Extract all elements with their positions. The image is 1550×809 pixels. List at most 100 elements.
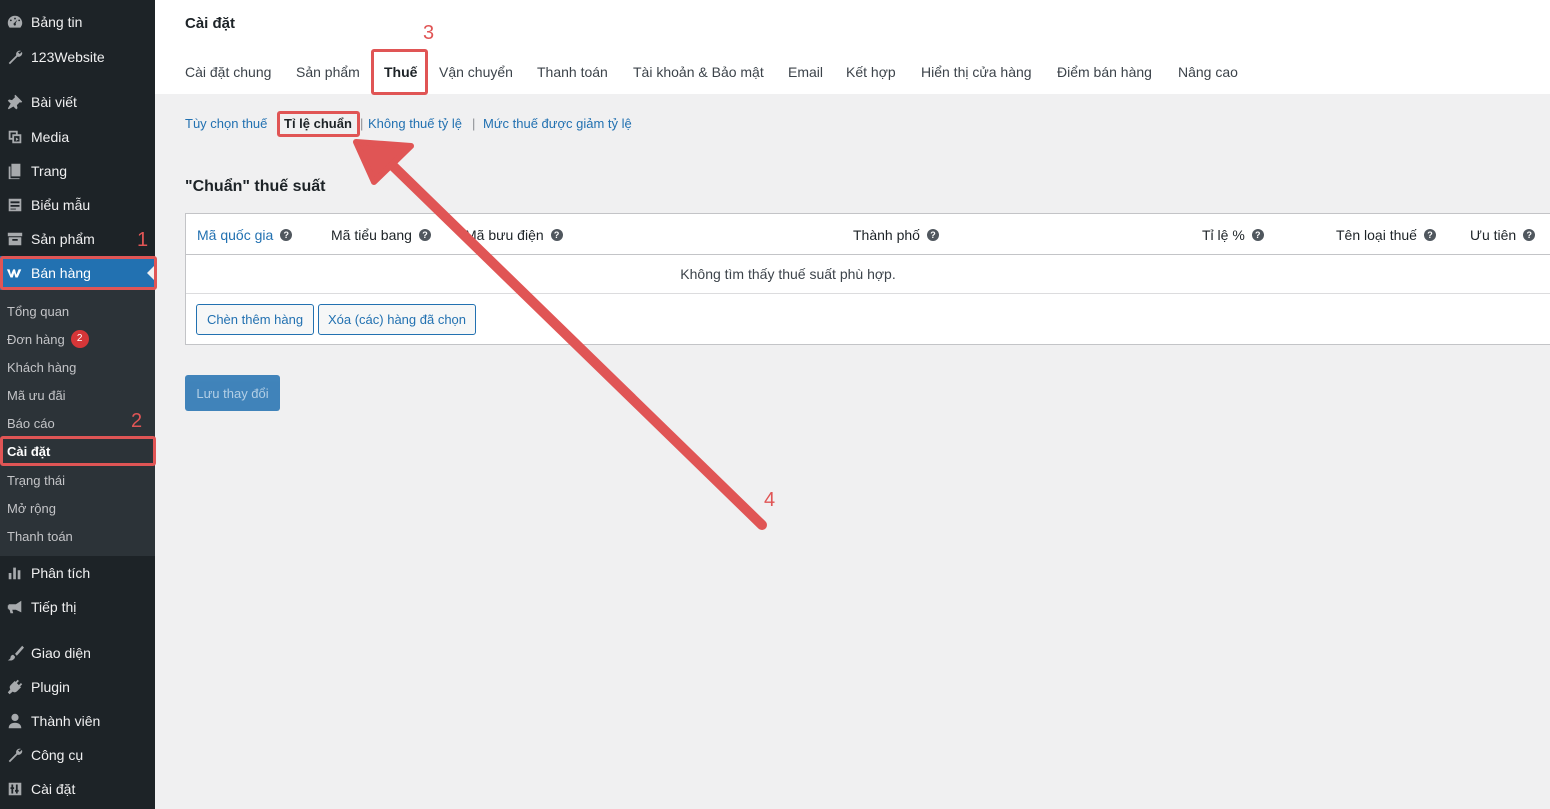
help-icon[interactable]: ? bbox=[280, 229, 293, 241]
help-icon[interactable]: ? bbox=[418, 229, 431, 241]
page-title: Cài đặt bbox=[185, 15, 236, 32]
menu-item-123website[interactable]: 123Website bbox=[0, 40, 155, 74]
help-icon[interactable]: ? bbox=[550, 229, 563, 241]
form-icon bbox=[4, 195, 26, 215]
page-icon bbox=[4, 161, 26, 181]
menu-item-tools[interactable]: Công cụ bbox=[0, 738, 155, 772]
settings-icon bbox=[4, 779, 26, 799]
submenu-item-orders[interactable]: Đơn hàng 2 bbox=[7, 328, 89, 350]
annotation-number: 1 bbox=[137, 229, 149, 251]
user-icon bbox=[4, 711, 26, 731]
menu-item-dashboard[interactable]: Bảng tin bbox=[0, 5, 155, 39]
column-label: Tỉ lệ % bbox=[1202, 227, 1245, 243]
remove-selected-rows-button[interactable]: Xóa (các) hàng đã chọn bbox=[318, 304, 476, 335]
submenu-item-extensions[interactable]: Mở rộng bbox=[7, 497, 56, 519]
column-state-code: Mã tiểu bang? bbox=[331, 227, 431, 243]
menu-label: Plugin bbox=[31, 679, 70, 695]
column-label: Tên loại thuế bbox=[1336, 227, 1417, 243]
submenu-item-customers[interactable]: Khách hàng bbox=[7, 356, 76, 378]
column-label: Mã quốc gia bbox=[197, 227, 274, 243]
annotation-number: 4 bbox=[764, 489, 776, 511]
arrow-head bbox=[353, 139, 414, 185]
menu-item-products[interactable]: Sản phẩm bbox=[0, 222, 155, 256]
annotation-number: 3 bbox=[423, 22, 435, 44]
media-icon bbox=[4, 127, 26, 147]
tab-site-visibility[interactable]: Hiển thị cửa hàng bbox=[921, 64, 1032, 80]
column-label: Mã tiểu bang bbox=[331, 227, 412, 243]
submenu-label: Báo cáo bbox=[7, 415, 55, 431]
column-city: Thành phố? bbox=[853, 227, 939, 243]
tab-point-of-sale[interactable]: Điểm bán hàng bbox=[1057, 64, 1152, 80]
tab-payments[interactable]: Thanh toán bbox=[537, 64, 608, 80]
archive-icon bbox=[4, 229, 26, 249]
submenu-item-coupons[interactable]: Mã ưu đãi bbox=[7, 384, 66, 406]
section-title: "Chuẩn" thuế suất bbox=[185, 178, 326, 195]
tab-email[interactable]: Email bbox=[788, 64, 823, 80]
menu-label: Biểu mẫu bbox=[31, 197, 91, 213]
menu-label: Cài đặt bbox=[31, 781, 76, 797]
menu-label: Sản phẩm bbox=[31, 231, 95, 247]
tab-products[interactable]: Sản phẩm bbox=[296, 64, 360, 80]
menu-label: 123Website bbox=[31, 49, 105, 65]
table-header-row: Mã quốc gia? Mã tiểu bang? Mã bưu điện? … bbox=[186, 214, 1550, 255]
annotation-highlight-standard-rates bbox=[277, 111, 360, 137]
menu-item-media[interactable]: Media bbox=[0, 120, 155, 154]
subnav-separator: | bbox=[360, 116, 364, 131]
menu-label: Thành viên bbox=[31, 713, 101, 729]
menu-label: Bài viết bbox=[31, 94, 77, 110]
help-icon[interactable]: ? bbox=[926, 229, 939, 241]
menu-label: Bảng tin bbox=[31, 14, 83, 30]
insert-row-button[interactable]: Chèn thêm hàng bbox=[196, 304, 314, 335]
tab-accounts-privacy[interactable]: Tài khoản & Bảo mật bbox=[633, 64, 764, 80]
menu-item-appearance[interactable]: Giao diện bbox=[0, 636, 155, 670]
column-tax-name: Tên loại thuế? bbox=[1336, 227, 1436, 243]
submenu-item-status[interactable]: Trạng thái bbox=[7, 469, 65, 491]
submenu-label: Mã ưu đãi bbox=[7, 387, 66, 403]
menu-item-settings[interactable]: Cài đặt bbox=[0, 772, 155, 806]
column-label: Mã bưu điện bbox=[465, 227, 544, 243]
submenu-label: Tổng quan bbox=[7, 303, 70, 319]
submenu-label: Trạng thái bbox=[7, 472, 66, 488]
menu-label: Giao diện bbox=[31, 645, 91, 661]
tab-integration[interactable]: Kết hợp bbox=[846, 64, 896, 80]
column-country-code[interactable]: Mã quốc gia? bbox=[197, 227, 293, 243]
menu-item-users[interactable]: Thành viên bbox=[0, 704, 155, 738]
help-icon[interactable]: ? bbox=[1251, 229, 1264, 241]
column-label: Thành phố bbox=[853, 227, 920, 243]
submenu-label: Mở rộng bbox=[7, 500, 56, 516]
empty-table-message: Không tìm thấy thuế suất phù hợp. bbox=[186, 255, 1550, 294]
save-changes-button[interactable]: Lưu thay đổi bbox=[185, 375, 280, 411]
megaphone-icon bbox=[4, 597, 26, 617]
help-icon[interactable]: ? bbox=[1423, 229, 1436, 241]
menu-item-marketing[interactable]: Tiếp thị bbox=[0, 590, 155, 624]
admin-sidebar: Bảng tin 123Website Bài viết Media Trang… bbox=[0, 0, 155, 809]
tab-advanced[interactable]: Nâng cao bbox=[1178, 64, 1238, 80]
tab-general[interactable]: Cài đặt chung bbox=[185, 64, 271, 80]
menu-item-posts[interactable]: Bài viết bbox=[0, 85, 155, 119]
help-icon[interactable]: ? bbox=[1523, 229, 1536, 241]
annotation-highlight-settings bbox=[0, 436, 156, 466]
menu-item-forms[interactable]: Biểu mẫu bbox=[0, 188, 155, 222]
subnav-tax-options[interactable]: Tùy chọn thuế bbox=[185, 116, 267, 131]
menu-label: Công cụ bbox=[31, 747, 84, 763]
submenu-item-reports[interactable]: Báo cáo bbox=[7, 412, 55, 434]
tab-shipping[interactable]: Vận chuyển bbox=[439, 64, 513, 80]
tax-rates-table: Mã quốc gia? Mã tiểu bang? Mã bưu điện? … bbox=[185, 213, 1550, 345]
submenu-item-overview[interactable]: Tổng quan bbox=[7, 300, 69, 322]
plug-icon bbox=[4, 677, 26, 697]
menu-label: Phân tích bbox=[31, 565, 91, 581]
subnav-reduced-rate[interactable]: Mức thuế được giảm tỷ lệ bbox=[483, 116, 632, 131]
brush-icon bbox=[4, 643, 26, 663]
chart-icon bbox=[4, 563, 26, 583]
menu-item-analytics[interactable]: Phân tích bbox=[0, 556, 155, 590]
menu-item-plugins[interactable]: Plugin bbox=[0, 670, 155, 704]
tools-icon bbox=[4, 745, 26, 765]
settings-header: Cài đặt Cài đặt chung Sản phẩm Thuế Vận … bbox=[155, 0, 1550, 94]
column-postcode: Mã bưu điện? bbox=[465, 227, 563, 243]
menu-label: Tiếp thị bbox=[31, 599, 77, 615]
menu-item-pages[interactable]: Trang bbox=[0, 154, 155, 188]
submenu-label: Đơn hàng bbox=[7, 331, 65, 347]
orders-count-badge: 2 bbox=[70, 330, 89, 348]
submenu-item-payments[interactable]: Thanh toán bbox=[7, 525, 73, 547]
subnav-zero-rate[interactable]: Không thuế tỷ lệ bbox=[368, 116, 462, 131]
